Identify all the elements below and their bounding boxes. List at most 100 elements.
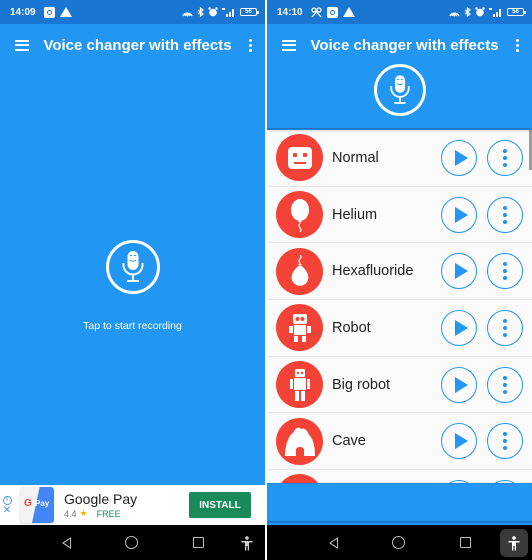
more-vert-icon [503, 375, 507, 394]
robot-icon[interactable] [276, 304, 323, 352]
recording-screen: 14:09 56 Voice changer with effects Tap … [0, 0, 265, 560]
ad-banner[interactable]: i ✕ G Pay Google Pay 4.4 ★ FREE INSTALL [0, 485, 265, 525]
warning-icon [59, 7, 72, 17]
heavy-balloon-icon[interactable] [276, 247, 323, 295]
back-icon[interactable] [62, 537, 71, 549]
alarm-icon [208, 7, 218, 17]
status-time: 14:09 [10, 6, 36, 18]
effect-row[interactable]: Hexafluoride [267, 243, 532, 301]
effect-options-button[interactable] [487, 139, 523, 176]
header-extension [267, 64, 532, 128]
effect-options-button[interactable] [487, 309, 523, 346]
ad-placeholder [267, 483, 532, 523]
install-button[interactable]: INSTALL [189, 492, 251, 518]
warning-icon [342, 7, 355, 17]
hamburger-icon [282, 39, 296, 51]
effect-options-button[interactable] [487, 423, 523, 460]
play-button[interactable] [441, 366, 477, 403]
bluetooth-icon [464, 7, 471, 17]
cave-icon[interactable] [276, 417, 323, 465]
effect-name: Normal [332, 149, 379, 166]
play-button[interactable] [441, 309, 477, 346]
home-icon[interactable] [392, 536, 405, 549]
recents-icon[interactable] [193, 537, 204, 548]
alarm-icon [475, 7, 485, 17]
app-title: Voice changer with effects [43, 36, 232, 54]
effects-screen: 14:10 56 Voice changer with effects Norm… [267, 0, 532, 560]
more-vert-icon [503, 205, 507, 224]
play-icon [454, 206, 468, 223]
back-icon[interactable] [329, 537, 338, 549]
screen-recorder-icon [326, 6, 338, 18]
effect-row[interactable]: Helium [267, 187, 532, 244]
menu-button[interactable] [269, 25, 309, 65]
ad-meta: 4.4 ★ FREE [64, 508, 137, 519]
status-bar: 14:09 56 [0, 0, 265, 24]
ad-price: FREE [96, 508, 121, 519]
menu-button[interactable] [2, 25, 42, 65]
ad-app-name: Google Pay [64, 491, 138, 507]
effect-row[interactable]: Big robot [267, 357, 532, 414]
effects-list[interactable]: Normal Helium Hexafluoride Robot Big robot Ca… [267, 130, 532, 485]
more-vert-icon [503, 262, 507, 281]
more-vert-icon [248, 38, 252, 52]
system-nav-bar [267, 525, 532, 560]
battery-indicator: 56 [507, 8, 526, 16]
battery-indicator: 56 [240, 8, 259, 16]
record-button[interactable] [374, 64, 426, 116]
balloon-icon[interactable] [276, 191, 323, 239]
effect-row[interactable]: Cave [267, 413, 532, 471]
google-pay-logo: G Pay [20, 487, 54, 523]
app-title: Voice changer with effects [310, 36, 499, 54]
ad-rating: 4.4 [64, 508, 77, 519]
more-vert-icon [503, 148, 507, 167]
big-robot-icon[interactable] [276, 361, 323, 409]
star-icon: ★ [79, 508, 88, 518]
more-vert-icon [503, 318, 507, 337]
accessibility-icon[interactable] [233, 529, 261, 557]
more-vert-icon [503, 432, 507, 451]
effect-name: Cave [332, 433, 366, 450]
effect-name: Hexafluoride [332, 263, 414, 280]
hotspot-icon [449, 12, 460, 17]
play-button[interactable] [441, 139, 477, 176]
effect-options-button[interactable] [487, 366, 523, 403]
record-button[interactable] [106, 240, 160, 294]
play-icon [454, 263, 468, 280]
effect-name: Robot [332, 319, 371, 336]
hotspot-icon [182, 12, 193, 17]
hamburger-icon [15, 39, 29, 51]
more-vert-icon [515, 38, 519, 52]
robot-face-icon[interactable] [276, 134, 323, 182]
app-bar: Voice changer with effects [0, 24, 265, 66]
ad-text: Google Pay 4.4 ★ FREE [64, 491, 137, 519]
recents-icon[interactable] [460, 537, 471, 548]
effect-name: Helium [332, 206, 378, 223]
overflow-menu-button[interactable] [235, 25, 265, 65]
play-icon [454, 319, 468, 336]
play-button[interactable] [441, 423, 477, 460]
usb-debug-icon [310, 6, 322, 17]
effect-row[interactable]: Robot [267, 300, 532, 357]
ad-info-icon[interactable]: i [2, 495, 12, 505]
status-time: 14:10 [277, 6, 303, 18]
home-icon[interactable] [125, 536, 138, 549]
accessibility-icon[interactable] [500, 529, 528, 557]
microphone-icon [122, 251, 144, 282]
overflow-menu-button[interactable] [502, 25, 532, 65]
play-button[interactable] [441, 253, 477, 290]
effect-row[interactable]: Normal [267, 130, 532, 187]
system-nav-bar [0, 525, 265, 560]
bluetooth-icon [197, 7, 204, 17]
microphone-icon [390, 75, 410, 104]
effect-name: Big robot [332, 376, 391, 393]
play-icon [454, 376, 468, 393]
signal-icon [489, 8, 501, 17]
play-icon [454, 149, 468, 166]
ad-close-icon[interactable]: ✕ [3, 505, 11, 515]
play-button[interactable] [441, 196, 477, 233]
effect-options-button[interactable] [487, 196, 523, 233]
effect-options-button[interactable] [487, 253, 523, 290]
status-bar: 14:10 56 [267, 0, 532, 24]
ad-controls: i ✕ [0, 495, 14, 515]
